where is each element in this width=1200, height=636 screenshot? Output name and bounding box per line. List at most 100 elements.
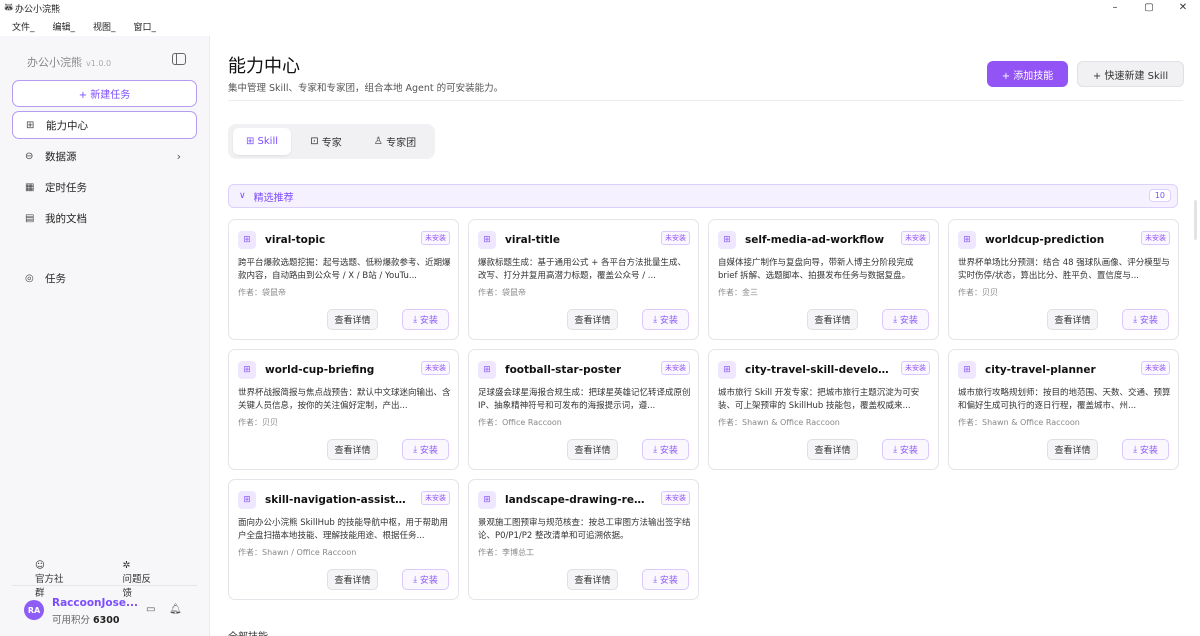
menu-file[interactable]: 文件_: [12, 20, 35, 33]
tab-expert[interactable]: ⊡ 专家: [298, 128, 354, 155]
scrollbar[interactable]: [1194, 200, 1197, 240]
skill-card[interactable]: ⊞ world-cup-briefing 未安装 世界杯战报简报与焦点战预告：默认中文…: [228, 349, 459, 470]
bell-icon[interactable]: 🔔︎: [169, 604, 182, 615]
skill-card[interactable]: ⊞ football-star-poster 未安装 足球盛会球星海报合规生成：把球星…: [468, 349, 699, 470]
next-section-title: 全部技能: [228, 628, 1183, 636]
sidebar-item-label: 能力中心: [46, 119, 88, 132]
skill-card[interactable]: ⊞ city-travel-skill-developer 未安装 城市旅行 Skil…: [708, 349, 939, 470]
view-details-button[interactable]: 查看详情: [327, 439, 378, 460]
install-button[interactable]: ⤓ 安装: [642, 569, 689, 590]
view-details-button[interactable]: 查看详情: [567, 309, 618, 330]
skill-icon: ⊞: [238, 361, 256, 379]
status-badge: 未安装: [901, 361, 930, 375]
install-button[interactable]: ⤓ 安装: [402, 439, 449, 460]
divider: [12, 585, 197, 586]
sidebar-footer-links: ☺ 官方社群 ✲ 问题反馈: [35, 560, 209, 599]
user-name[interactable]: RaccoonJose...: [52, 597, 138, 609]
tab-expert-team[interactable]: ♙ 专家团: [360, 128, 430, 155]
new-task-button[interactable]: + 新建任务: [12, 80, 197, 107]
install-button[interactable]: ⤓ 安装: [882, 439, 929, 460]
view-details-button[interactable]: 查看详情: [567, 569, 618, 590]
community-label: 官方社群: [35, 574, 64, 599]
database-icon: ⊖: [25, 150, 34, 162]
sidebar-item-label: 定时任务: [45, 181, 87, 194]
install-button[interactable]: ⤓ 安装: [642, 309, 689, 330]
view-details-button[interactable]: 查看详情: [327, 569, 378, 590]
status-badge: 未安装: [1141, 231, 1170, 245]
sidebar-item-my-documents[interactable]: ▤ 我的文档: [12, 204, 197, 232]
card-title: worldcup-prediction: [985, 234, 1105, 246]
feedback-link[interactable]: ✲ 问题反馈: [122, 560, 175, 599]
download-icon: ⤓: [653, 574, 660, 585]
card-author: 作者：Shawn / Office Raccoon: [238, 548, 357, 557]
view-details-button[interactable]: 查看详情: [807, 309, 858, 330]
card-description: 世界杯单场比分预测：结合 48 强球队画像、评分模型与实时伤停/状态，算出比分、…: [958, 258, 1170, 281]
close-button[interactable]: ✕: [1166, 0, 1200, 16]
tab-skill[interactable]: ⊞ Skill: [233, 128, 291, 155]
skill-icon: ⊞: [718, 361, 736, 379]
minimize-button[interactable]: –: [1098, 0, 1132, 16]
divider: [228, 100, 1183, 101]
card-title: city-travel-skill-developer: [745, 364, 890, 376]
install-button[interactable]: ⤓ 安装: [1122, 439, 1169, 460]
community-link[interactable]: ☺ 官方社群: [35, 560, 88, 599]
panel-toggle-icon[interactable]: [172, 53, 186, 65]
install-button[interactable]: ⤓ 安装: [402, 309, 449, 330]
team-icon: ♙: [373, 136, 387, 147]
skill-card[interactable]: ⊞ viral-topic 未安装 跨平台爆款选题挖掘：起号选题、低粉爆款参考、近期爆…: [228, 219, 459, 340]
view-details-button[interactable]: 查看详情: [327, 309, 378, 330]
skill-card[interactable]: ⊞ landscape-drawing-review... 未安装景观施工图预审与规…: [468, 479, 699, 600]
sidebar-item-capability-center[interactable]: ⊞ 能力中心: [12, 111, 197, 139]
view-details-button[interactable]: 查看详情: [1047, 309, 1098, 330]
skill-card[interactable]: ⊞ skill-navigation-assistant-sl 未安装面向办公小浣熊…: [228, 479, 459, 600]
sidebar: 办公小浣熊 v1.0.0 + 新建任务 ⊞ 能力中心 ⊖ 数据源 › ▦ 定时任务…: [0, 36, 210, 636]
skill-icon: ⊞: [478, 231, 496, 249]
card-author: 作者：袋鼠帝: [478, 288, 526, 297]
skill-icon: ⊞: [718, 231, 736, 249]
view-details-button[interactable]: 查看详情: [1047, 439, 1098, 460]
chevron-down-icon: ∨: [239, 191, 246, 201]
skill-card[interactable]: ⊞ city-travel-planner 未安装 城市旅行攻略规划师：按目的地范围、…: [948, 349, 1179, 470]
install-button[interactable]: ⤓ 安装: [1122, 309, 1169, 330]
status-badge: 未安装: [421, 491, 450, 505]
install-label: 安装: [899, 446, 918, 456]
chat-icon: ◎: [25, 272, 34, 284]
card-title: viral-title: [505, 234, 561, 246]
skill-card[interactable]: ⊞ self-media-ad-workflow 未安装 自媒体接广制作与复盘向导，带…: [708, 219, 939, 340]
sidebar-item-data-source[interactable]: ⊖ 数据源 ›: [12, 142, 197, 170]
add-skill-button[interactable]: + 添加技能: [987, 61, 1068, 87]
menu-view[interactable]: 视图_: [93, 20, 116, 33]
install-button[interactable]: ⤓ 安装: [402, 569, 449, 590]
section-featured[interactable]: ∨ 精选推荐 10: [228, 184, 1178, 208]
view-details-button[interactable]: 查看详情: [567, 439, 618, 460]
window-title: 办公小浣熊: [15, 4, 61, 15]
sidebar-item-scheduled-tasks[interactable]: ▦ 定时任务: [12, 173, 197, 201]
install-button[interactable]: ⤓ 安装: [882, 309, 929, 330]
card-author: 作者：贝贝: [238, 418, 278, 427]
book-icon[interactable]: ▭: [146, 604, 155, 615]
grid-plus-icon: ⊞: [26, 119, 35, 131]
sidebar-item-tasks[interactable]: ◎ 任务: [12, 264, 197, 292]
view-details-button[interactable]: 查看详情: [807, 439, 858, 460]
card-title: skill-navigation-assistant-sl: [265, 494, 410, 506]
quick-create-skill-button[interactable]: + 快速新建 Skill: [1077, 61, 1184, 87]
skill-card[interactable]: ⊞ worldcup-prediction 未安装 世界杯单场比分预测：结合 48 强…: [948, 219, 1179, 340]
menu-window[interactable]: 窗口_: [134, 20, 157, 33]
install-label: 安装: [659, 316, 678, 326]
maximize-button[interactable]: ▢: [1132, 0, 1166, 16]
avatar[interactable]: RA: [24, 600, 44, 620]
menu-bar: 文件_ 编辑_ 视图_ 窗口_: [0, 16, 162, 36]
download-icon: ⤓: [653, 444, 660, 455]
install-button[interactable]: ⤓ 安装: [642, 439, 689, 460]
skill-card[interactable]: ⊞ viral-title 未安装 爆款标题生成：基于通用公式 + 各平台方法批量生成…: [468, 219, 699, 340]
skill-icon: ⊞: [238, 491, 256, 509]
install-label: 安装: [419, 576, 438, 586]
menu-edit[interactable]: 编辑_: [53, 20, 76, 33]
status-badge: 未安装: [421, 231, 450, 245]
sidebar-item-label: 数据源: [45, 150, 77, 163]
skill-icon: ⊞: [958, 361, 976, 379]
tab-label: 专家团: [386, 138, 417, 149]
robot-icon: ⊡: [310, 136, 322, 147]
card-description: 自媒体接广制作与复盘向导，带新人博主分阶段完成 brief 拆解、选题脚本、拍摄…: [718, 258, 914, 281]
status-badge: 未安装: [421, 361, 450, 375]
